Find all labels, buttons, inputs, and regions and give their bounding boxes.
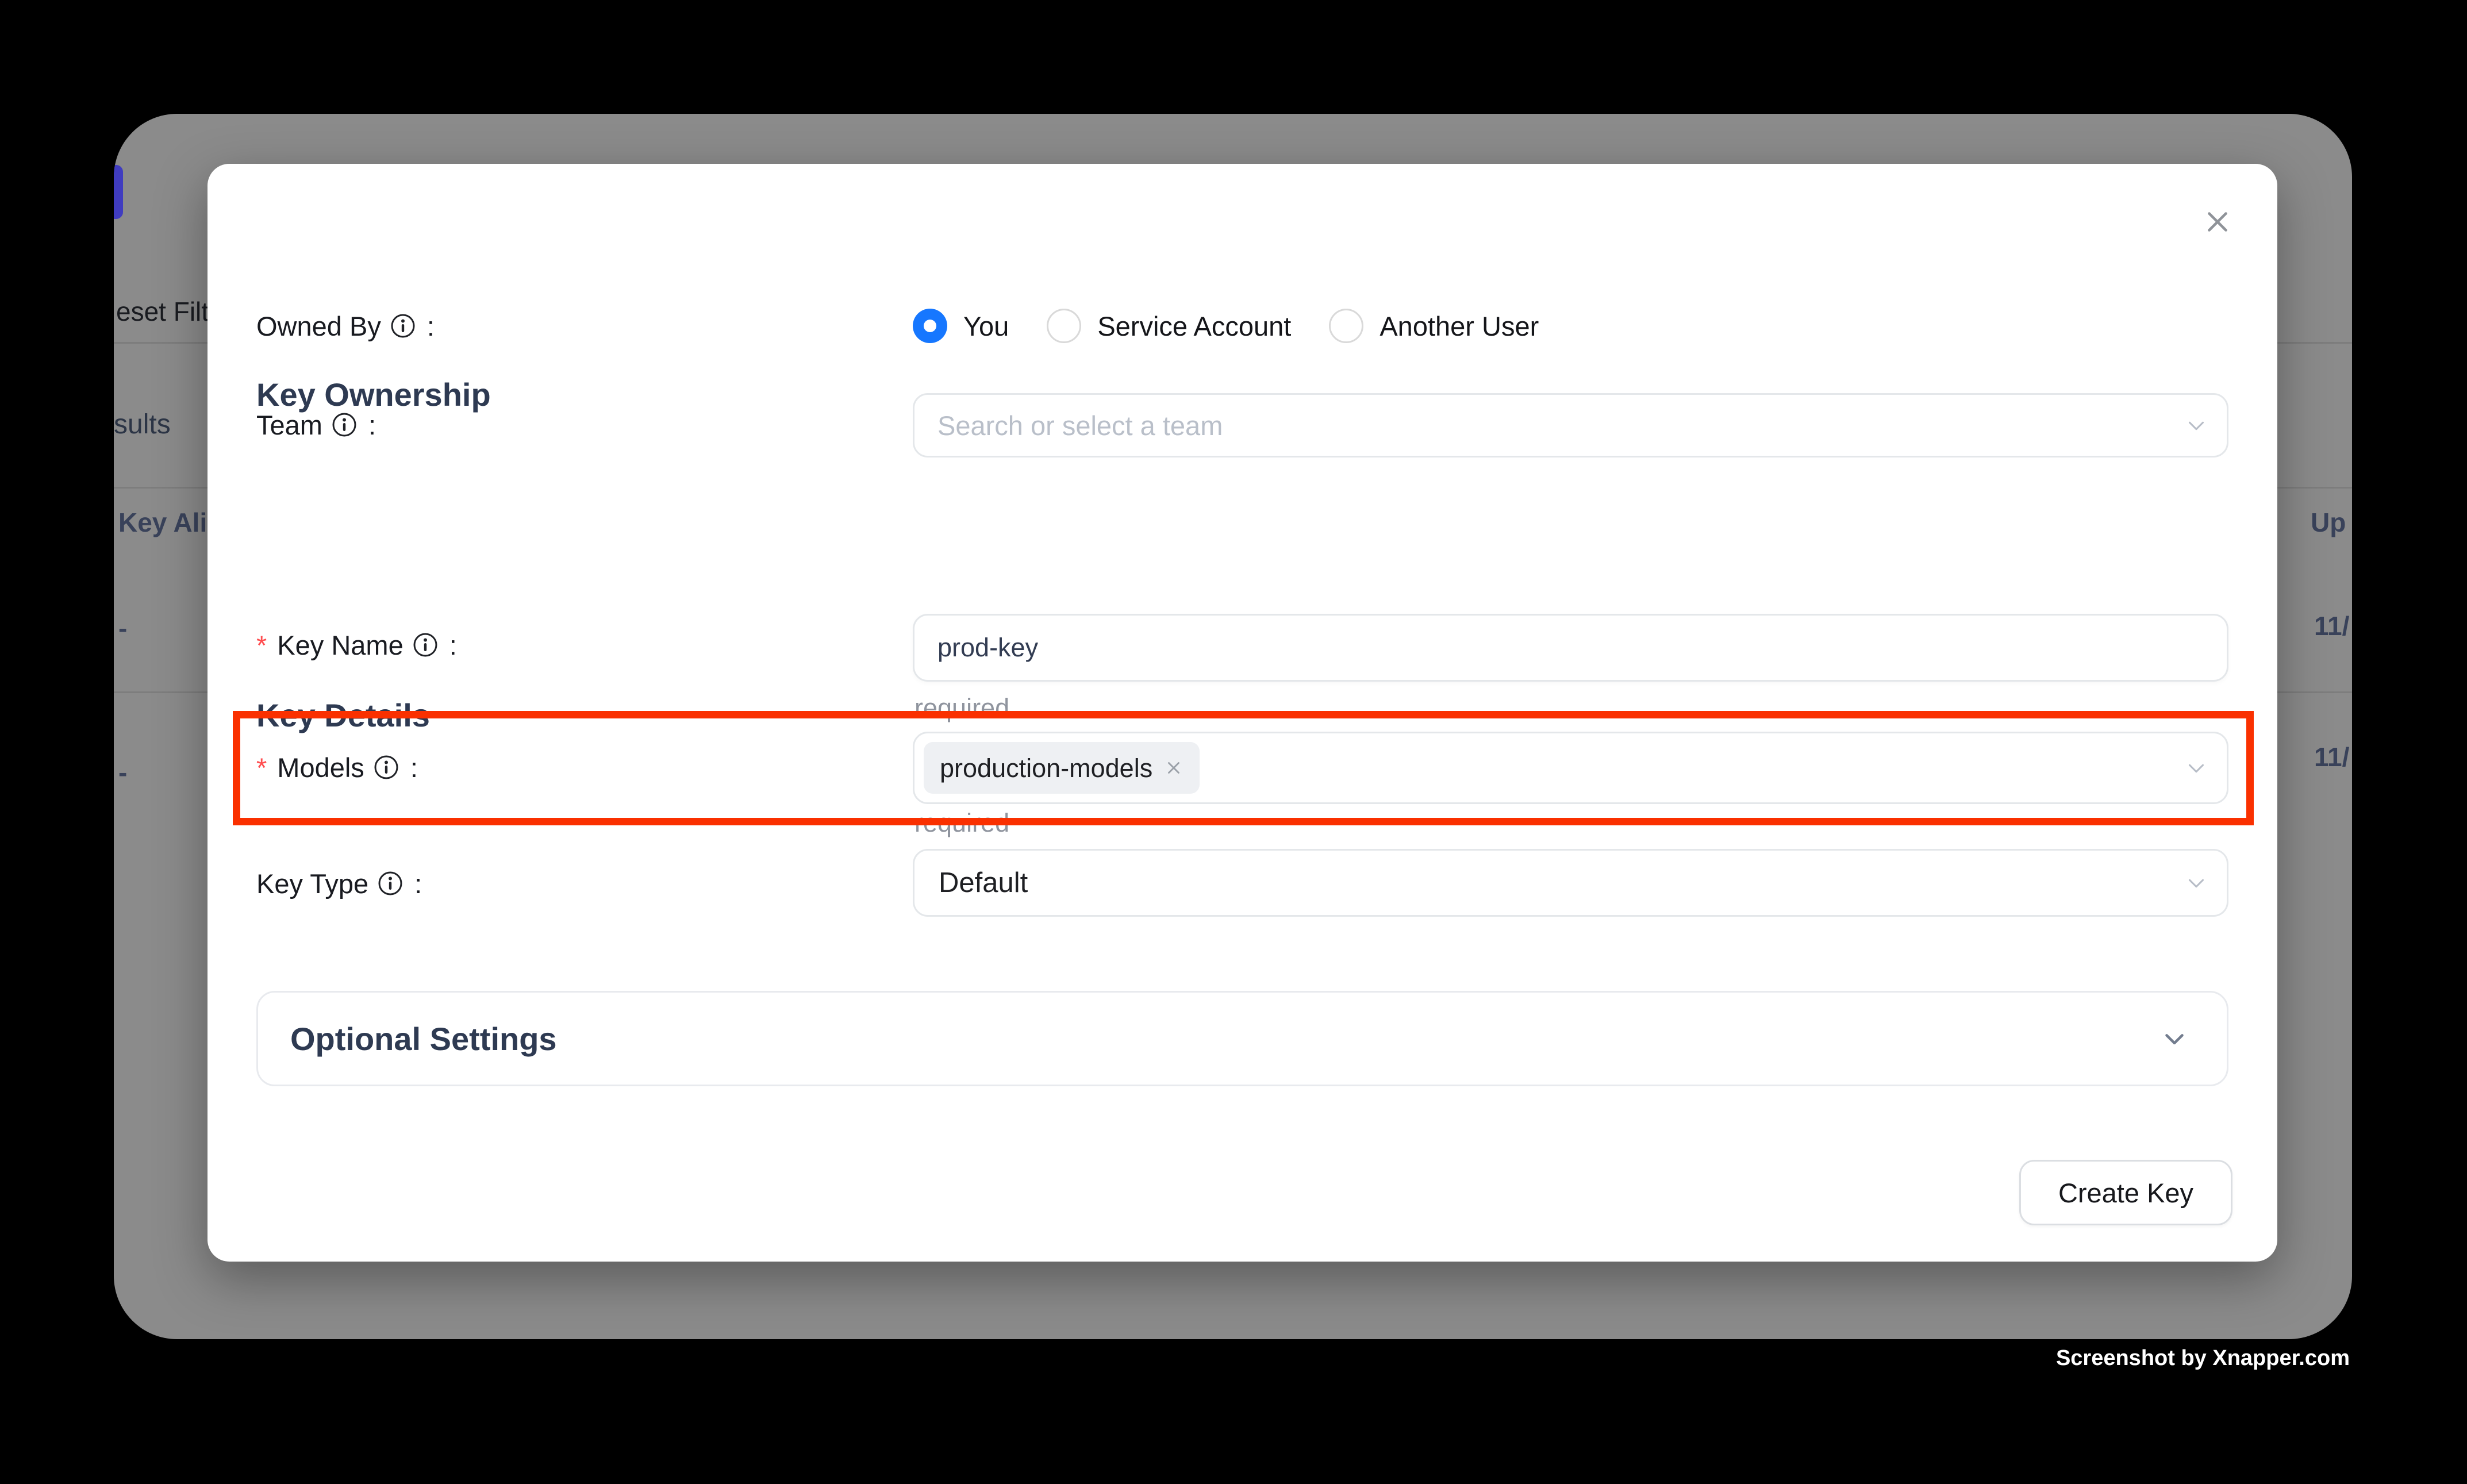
chevron-down-icon bbox=[2159, 1023, 2190, 1054]
colon: : bbox=[427, 313, 435, 340]
chevron-down-icon bbox=[2183, 412, 2209, 439]
radio-unselected-icon[interactable] bbox=[1329, 309, 1363, 343]
create-key-button-fragment bbox=[114, 165, 123, 219]
optional-settings-title: Optional Settings bbox=[290, 1020, 557, 1058]
key-alias-column-header: Key Alia bbox=[118, 509, 222, 536]
owned-by-label-text: Owned By bbox=[256, 313, 381, 340]
remove-tag-icon[interactable] bbox=[1164, 758, 1183, 778]
models-select[interactable]: production-models bbox=[913, 732, 2228, 804]
updated-column-header: Up bbox=[2311, 509, 2346, 536]
colon: : bbox=[368, 412, 376, 439]
radio-unselected-icon[interactable] bbox=[1047, 309, 1081, 343]
owned-by-radio-group: You Service Account Another User bbox=[913, 306, 1539, 345]
chevron-down-icon bbox=[2183, 755, 2209, 781]
required-asterisk: * bbox=[256, 632, 267, 659]
create-key-modal: Key Ownership Owned By : You Service Acc… bbox=[207, 164, 2277, 1262]
models-label-text: Models bbox=[277, 754, 364, 781]
info-icon[interactable] bbox=[378, 871, 403, 896]
info-icon[interactable] bbox=[413, 632, 438, 658]
colon: : bbox=[414, 870, 422, 897]
info-icon[interactable] bbox=[390, 313, 416, 339]
table-cell-date: 11/ bbox=[2314, 744, 2349, 770]
key-name-validation-message: required bbox=[914, 695, 1009, 721]
chevron-down-icon bbox=[2183, 870, 2209, 896]
optional-settings-toggle[interactable]: Optional Settings bbox=[256, 991, 2228, 1086]
team-label-text: Team bbox=[256, 412, 322, 439]
radio-label: Another User bbox=[1379, 310, 1539, 342]
results-count-partial: sults bbox=[114, 411, 171, 439]
radio-option-service-account[interactable]: Service Account bbox=[1047, 309, 1291, 343]
team-label: Team : bbox=[256, 406, 376, 443]
colon: : bbox=[449, 632, 457, 659]
close-icon bbox=[2201, 205, 2234, 239]
required-asterisk: * bbox=[256, 754, 267, 781]
radio-label: You bbox=[963, 310, 1009, 342]
key-type-select[interactable]: Default bbox=[913, 849, 2228, 917]
key-type-label: Key Type : bbox=[256, 865, 422, 902]
create-key-button[interactable]: Create Key bbox=[2019, 1160, 2232, 1225]
table-cell-alias: - bbox=[118, 615, 127, 641]
section-title-key-details: Key Details bbox=[256, 699, 430, 732]
selected-model-tag: production-models bbox=[924, 742, 1200, 794]
close-button[interactable] bbox=[2195, 199, 2240, 244]
radio-label: Service Account bbox=[1097, 310, 1291, 342]
table-cell-date: 11/ bbox=[2314, 613, 2349, 639]
key-type-selected-value: Default bbox=[939, 867, 1028, 899]
model-tag-label: production-models bbox=[940, 755, 1152, 781]
team-select-placeholder: Search or select a team bbox=[937, 410, 1223, 441]
radio-selected-icon[interactable] bbox=[913, 309, 947, 343]
models-validation-message: required bbox=[914, 810, 1009, 836]
xnapper-watermark: Screenshot by Xnapper.com bbox=[2056, 1347, 2350, 1369]
info-icon[interactable] bbox=[332, 412, 357, 437]
colon: : bbox=[410, 754, 418, 781]
radio-option-another-user[interactable]: Another User bbox=[1329, 309, 1539, 343]
key-name-label-text: Key Name bbox=[277, 632, 403, 659]
radio-option-you[interactable]: You bbox=[913, 309, 1009, 343]
key-name-label: * Key Name : bbox=[256, 626, 457, 663]
reset-filters-button-partial: eset Filt bbox=[116, 298, 209, 325]
models-label: * Models : bbox=[256, 749, 418, 786]
key-type-label-text: Key Type bbox=[256, 870, 368, 897]
key-name-input[interactable] bbox=[913, 614, 2228, 682]
create-key-button-label: Create Key bbox=[2058, 1177, 2193, 1209]
table-cell-alias: - bbox=[118, 759, 127, 786]
info-icon[interactable] bbox=[374, 755, 399, 780]
owned-by-label: Owned By : bbox=[256, 307, 435, 344]
team-select[interactable]: Search or select a team bbox=[913, 393, 2228, 457]
